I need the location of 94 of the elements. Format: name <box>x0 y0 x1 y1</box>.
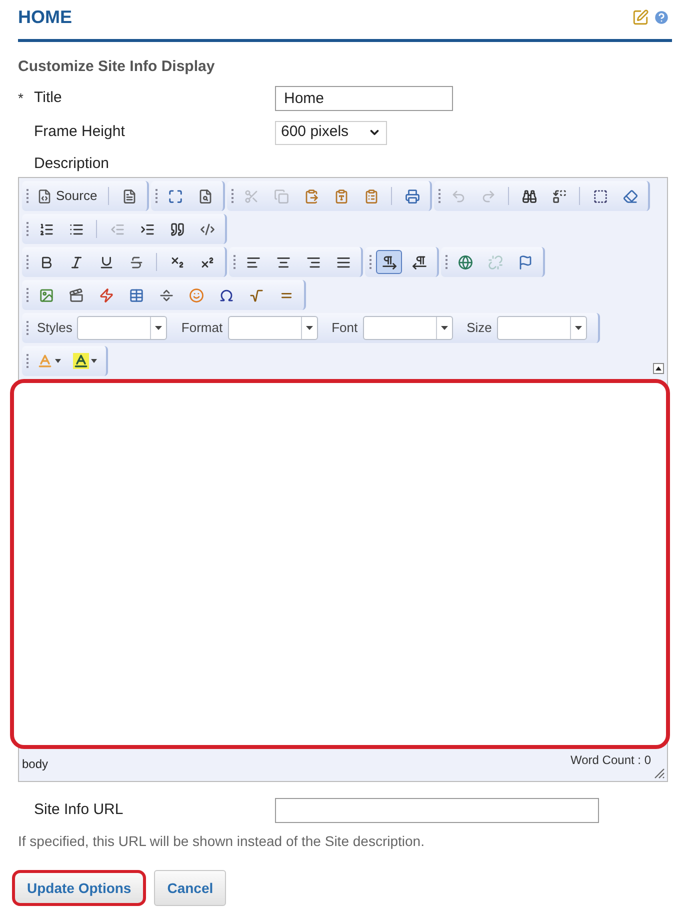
outdent-icon <box>110 222 124 236</box>
caret-icon <box>440 326 448 330</box>
pilcrow-icon <box>412 254 426 270</box>
grip-icon <box>26 287 29 303</box>
clipboard-icon <box>334 188 349 204</box>
numbered-list-icon <box>38 222 54 236</box>
globe-icon <box>458 254 472 270</box>
align-justify-icon <box>336 254 350 270</box>
grip-icon <box>233 254 236 270</box>
replace-icon <box>552 188 567 204</box>
combo-label: Format <box>180 319 223 338</box>
paste-icon <box>304 188 319 204</box>
required-mark: * <box>18 89 24 108</box>
pilcrow-icon <box>382 254 396 270</box>
editing-area[interactable] <box>10 379 670 749</box>
field-label: Title <box>34 88 62 108</box>
cut-icon <box>244 188 259 204</box>
combo-label: Font <box>330 319 358 338</box>
find-icon <box>522 188 537 204</box>
grip-icon <box>26 254 29 270</box>
combo-label: Styles <box>36 319 72 338</box>
dropdown-field[interactable] <box>496 316 587 340</box>
superscript-icon <box>200 254 214 270</box>
collapse-toolbar-icon[interactable] <box>653 363 664 374</box>
flag-icon <box>518 254 532 270</box>
dropdown-field[interactable] <box>362 316 453 340</box>
dropdown-field[interactable] <box>77 316 168 340</box>
grip-icon <box>26 353 29 369</box>
smiley-icon <box>188 288 204 302</box>
maximize-icon <box>168 188 183 204</box>
table-icon <box>128 288 144 302</box>
undo-icon <box>450 188 466 204</box>
grip-icon <box>26 221 29 237</box>
preview-icon <box>198 188 213 204</box>
document-icon <box>122 188 137 204</box>
quote-icon <box>170 222 184 236</box>
combo-label: Size <box>466 319 492 338</box>
page-title: HOME <box>18 6 72 29</box>
redo-icon <box>480 188 496 204</box>
site-info-url-field[interactable] <box>275 798 599 823</box>
grip-icon <box>155 188 158 204</box>
subscript-icon <box>170 254 184 270</box>
copy-icon <box>274 188 289 204</box>
underline-icon <box>98 254 114 270</box>
grip-icon <box>445 254 448 270</box>
document-icon <box>37 188 52 204</box>
field-label: Frame Height <box>34 122 125 142</box>
grip-icon <box>26 320 29 336</box>
section-title: Customize Site Info Display <box>18 57 216 77</box>
edit-icon[interactable] <box>632 9 649 26</box>
grip-icon <box>369 254 372 270</box>
bullet-list-icon <box>68 222 84 236</box>
highlight-color-icon <box>73 353 89 369</box>
cancel-button[interactable]: Cancel <box>154 870 226 906</box>
select-all-icon <box>592 188 608 204</box>
code-icon <box>200 222 214 236</box>
dropdown-field[interactable] <box>228 316 318 340</box>
text-color-icon <box>37 353 53 369</box>
horizontal-rule-icon <box>158 288 174 302</box>
caret-icon <box>574 326 582 330</box>
title-field[interactable]: Home <box>275 86 453 111</box>
source-button[interactable]: Source <box>33 184 102 208</box>
toolbar-button[interactable] <box>376 250 402 274</box>
grip-icon <box>231 188 234 204</box>
element-path: body <box>22 756 48 773</box>
caret-icon <box>306 326 313 330</box>
help-text: If specified, this URL will be shown instead of the Site description. <box>18 832 426 851</box>
strikethrough-icon <box>128 254 144 270</box>
field-label: Site Info URL <box>33 800 124 820</box>
grip-icon <box>26 188 29 204</box>
align-left-icon <box>246 254 260 270</box>
help-icon[interactable] <box>653 9 670 26</box>
italic-icon <box>68 254 84 270</box>
resize-handle-icon[interactable] <box>653 767 665 779</box>
unlink-icon <box>488 254 502 270</box>
omega-icon <box>218 288 234 302</box>
indent-icon <box>140 222 154 236</box>
clapperboard-icon <box>68 288 84 302</box>
caret-icon <box>91 359 97 363</box>
caret-icon <box>155 326 162 330</box>
print-icon <box>404 188 420 204</box>
align-right-icon <box>306 254 320 270</box>
update-options-button[interactable]: Update Options <box>12 870 146 906</box>
lightning-icon <box>98 288 114 302</box>
align-center-icon <box>276 254 290 270</box>
frame-height-dropdown[interactable]: 600 pixels <box>275 120 387 144</box>
square-root-icon <box>248 288 264 302</box>
grip-icon <box>438 188 442 204</box>
eraser-icon <box>622 188 638 204</box>
clipboard-icon <box>364 188 379 204</box>
caret-icon <box>55 359 61 363</box>
word-count: Word Count : 0 <box>570 752 651 769</box>
image-icon <box>38 288 54 302</box>
field-label: Description <box>34 154 110 174</box>
